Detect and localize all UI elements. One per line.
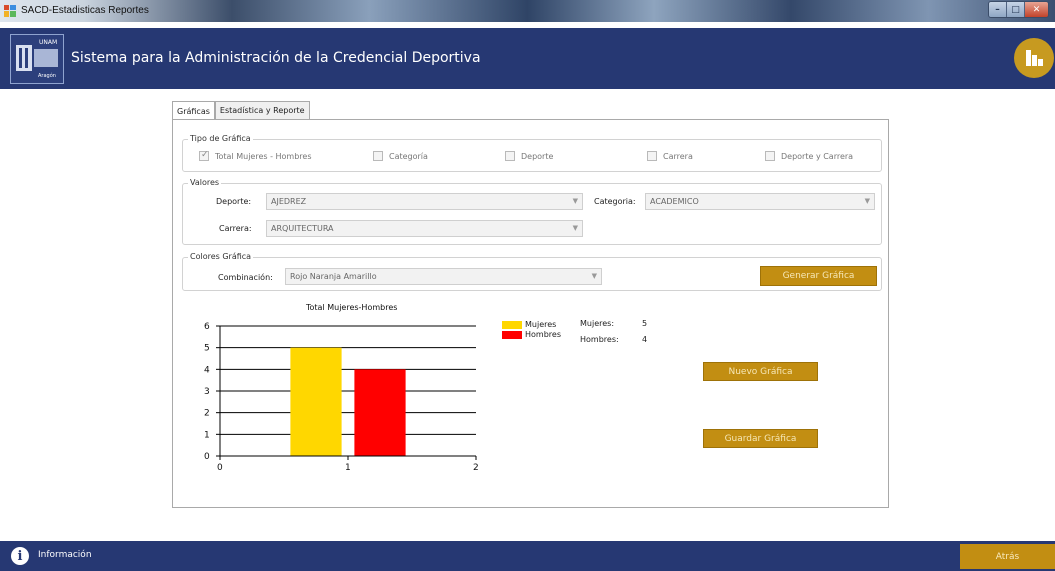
y-tick-label: 2 xyxy=(204,409,210,419)
carrera-select[interactable]: ARQUITECTURA ▼ xyxy=(266,220,583,237)
categoria-label: Categoria: xyxy=(594,197,636,206)
y-tick-label: 3 xyxy=(204,387,210,397)
tipo-grafica-title: Tipo de Gráfica xyxy=(188,134,253,143)
checkbox-label: Deporte xyxy=(521,151,554,161)
minimize-button[interactable]: – xyxy=(989,2,1007,17)
y-tick-label: 6 xyxy=(204,322,210,332)
colores-grafica-group: Colores Gráfica Combinación: Rojo Naranj… xyxy=(182,252,882,291)
checkbox-label: Carrera xyxy=(663,151,693,161)
legend-label-hombres: Hombres xyxy=(525,330,561,339)
checkbox-label: Deporte y Carrera xyxy=(781,151,854,161)
legend-swatch-mujeres xyxy=(502,321,522,329)
window-titlebar: SACD-Estadisticas Reportes – □ ✕ xyxy=(0,0,1055,22)
close-button[interactable]: ✕ xyxy=(1025,2,1048,17)
y-tick-label: 4 xyxy=(204,365,210,375)
categoria-select[interactable]: ACADEMICO ▼ xyxy=(645,193,875,210)
info-icon[interactable]: i xyxy=(11,547,29,565)
checkbox-label: Total Mujeres - Hombres xyxy=(215,151,312,161)
checkbox-carrera[interactable]: Carrera xyxy=(647,151,693,161)
y-tick-label: 0 xyxy=(204,452,210,462)
app-header: UNAM Aragón Sistema para la Administraci… xyxy=(0,28,1055,89)
checkbox-box[interactable] xyxy=(765,151,775,161)
valores-title: Valores xyxy=(188,178,222,187)
colores-grafica-title: Colores Gráfica xyxy=(188,252,254,261)
bar-hombres xyxy=(354,369,406,456)
y-tick-label: 1 xyxy=(204,430,210,440)
informacion-link[interactable]: Información xyxy=(38,550,92,560)
combinacion-select[interactable]: Rojo Naranja Amarillo ▼ xyxy=(285,268,602,285)
nuevo-grafica-button[interactable]: Nuevo Gráfica xyxy=(703,362,818,381)
combinacion-label: Combinación: xyxy=(218,273,273,282)
y-tick-label: 5 xyxy=(204,344,210,354)
categoria-value: ACADEMICO xyxy=(650,197,699,206)
checkbox-label: Categoría xyxy=(389,151,428,161)
bar-chart: Total Mujeres-Hombres 0 1 2 3 4 5 6 0 1 2 xyxy=(204,303,479,473)
bar-mujeres xyxy=(290,347,342,456)
logo-text-aragon: Aragón xyxy=(38,72,56,79)
checkbox-box[interactable] xyxy=(505,151,515,161)
checkbox-box[interactable] xyxy=(199,150,209,161)
unam-crest-icon: UNAM Aragón xyxy=(16,39,58,79)
bar-chart-icon xyxy=(1014,38,1054,78)
window-controls: – □ ✕ xyxy=(988,1,1049,18)
chart-title: Total Mujeres-Hombres xyxy=(305,303,397,312)
x-tick-label: 2 xyxy=(473,463,479,473)
unam-logo: UNAM Aragón xyxy=(10,34,64,84)
x-tick-label: 1 xyxy=(345,463,351,473)
mujeres-count-label: Mujeres: xyxy=(580,319,615,328)
hombres-count-label: Hombres: xyxy=(580,335,619,344)
generar-grafica-button[interactable]: Generar Gráfica xyxy=(760,266,877,286)
checkbox-total-mujeres-hombres[interactable]: Total Mujeres - Hombres xyxy=(199,150,312,161)
carrera-label: Carrera: xyxy=(219,224,252,233)
tab-estadistica-reporte[interactable]: Estadística y Reporte xyxy=(214,101,310,119)
mujeres-count-value: 5 xyxy=(642,319,648,328)
deporte-label: Deporte: xyxy=(216,197,252,206)
tab-graficas[interactable]: Gráficas xyxy=(172,101,215,120)
legend-label-mujeres: Mujeres xyxy=(525,320,557,329)
app-window-icon xyxy=(4,5,16,17)
atras-button[interactable]: Atrás xyxy=(960,544,1055,569)
checkbox-categoria[interactable]: Categoría xyxy=(373,151,428,161)
footer-bar: i Información Atrás xyxy=(0,541,1055,571)
chevron-down-icon: ▼ xyxy=(864,197,870,205)
chevron-down-icon: ▼ xyxy=(591,272,597,280)
deporte-value: AJEDREZ xyxy=(271,197,307,206)
deporte-select[interactable]: AJEDREZ ▼ xyxy=(266,193,583,210)
app-title: Sistema para la Administración de la Cre… xyxy=(71,50,481,66)
checkbox-deporte-carrera[interactable]: Deporte y Carrera xyxy=(765,151,853,161)
chevron-down-icon: ▼ xyxy=(572,197,578,205)
window-title: SACD-Estadisticas Reportes xyxy=(21,5,149,16)
guardar-grafica-button[interactable]: Guardar Gráfica xyxy=(703,429,818,448)
legend-swatch-hombres xyxy=(502,331,522,339)
hombres-count-value: 4 xyxy=(642,335,648,344)
combinacion-value: Rojo Naranja Amarillo xyxy=(290,272,377,281)
carrera-value: ARQUITECTURA xyxy=(271,224,334,233)
checkbox-deporte[interactable]: Deporte xyxy=(505,151,553,161)
tab-strip: Gráficas Estadística y Reporte xyxy=(172,101,310,120)
checkbox-box[interactable] xyxy=(373,151,383,161)
chevron-down-icon: ▼ xyxy=(572,224,578,232)
valores-group: Valores Deporte: AJEDREZ ▼ Categoria: AC… xyxy=(182,178,882,245)
checkbox-box[interactable] xyxy=(647,151,657,161)
x-tick-label: 0 xyxy=(217,463,223,473)
logo-text-unam: UNAM xyxy=(39,39,57,46)
tipo-grafica-group: Tipo de Gráfica Total Mujeres - Hombres … xyxy=(182,134,882,172)
maximize-button[interactable]: □ xyxy=(1007,2,1025,17)
